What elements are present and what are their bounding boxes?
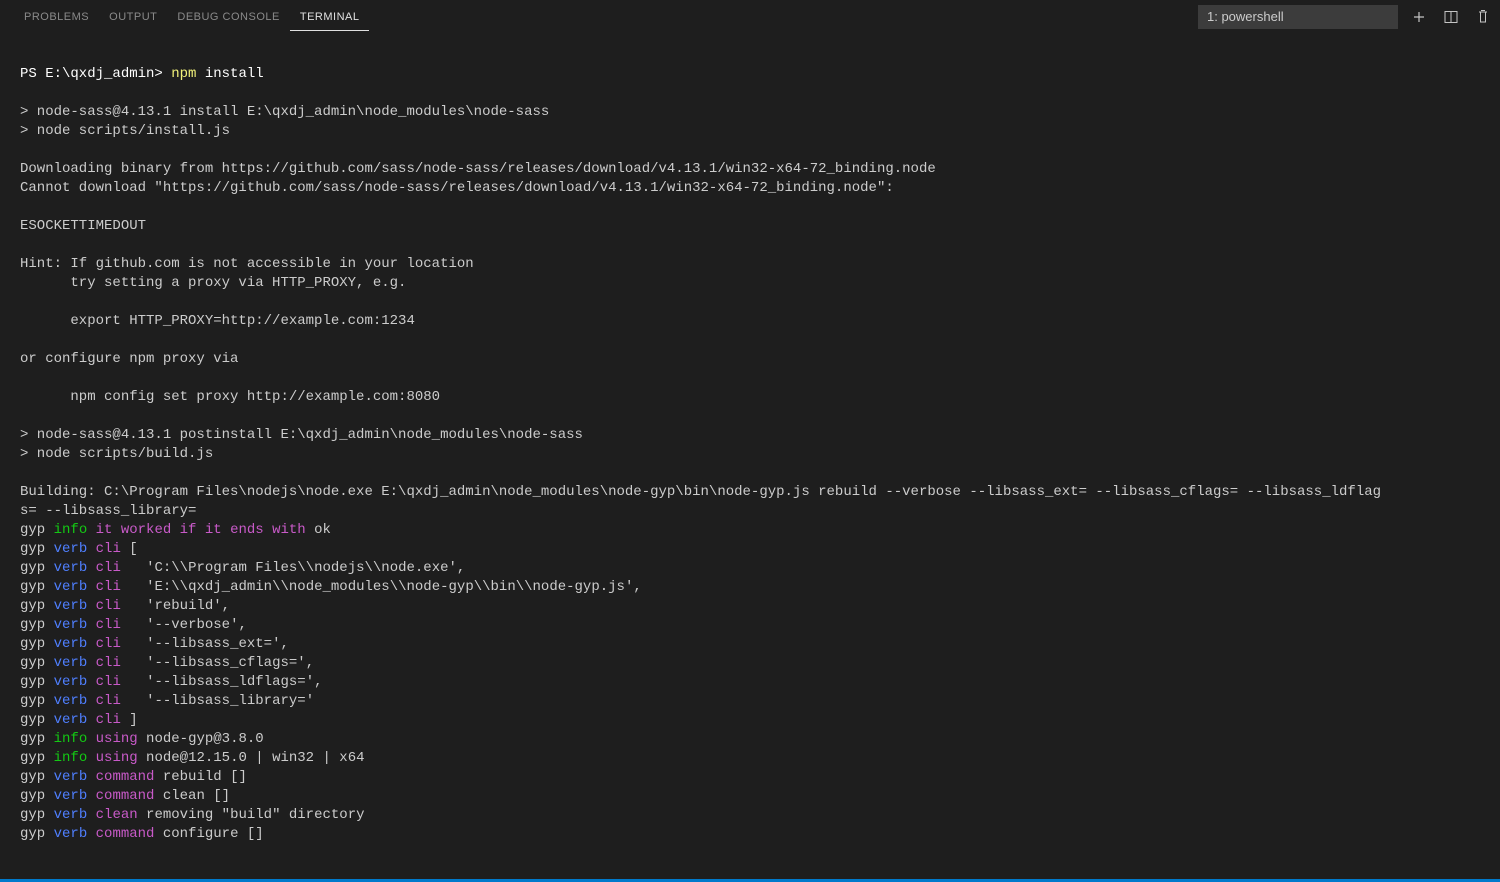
terminal-line: gyp verb cli 'E:\\qxdj_admin\\node_modul… <box>20 579 642 595</box>
terminal-line: Cannot download "https://github.com/sass… <box>20 180 894 196</box>
terminal-line: > node scripts/install.js <box>20 123 230 139</box>
terminal-output[interactable]: PS E:\qxdj_admin> npm install > node-sas… <box>0 34 1500 879</box>
tab-problems[interactable]: PROBLEMS <box>14 2 99 31</box>
terminal-line: Hint: If github.com is not accessible in… <box>20 256 474 272</box>
terminal-line: gyp verb cli '--libsass_library=' <box>20 693 314 709</box>
terminal-line: gyp verb command rebuild [] <box>20 769 247 785</box>
terminal-line: gyp verb cli ] <box>20 712 138 728</box>
terminal-selector-value: 1: powershell <box>1207 9 1284 24</box>
terminal-line: PS E:\qxdj_admin> npm install <box>20 66 264 82</box>
terminal-line: gyp info using node@12.15.0 | win32 | x6… <box>20 750 365 766</box>
terminal-line: gyp verb cli '--libsass_ext=', <box>20 636 289 652</box>
panel-actions: 1: powershell <box>1198 5 1500 29</box>
terminal-line: gyp verb cli [ <box>20 541 138 557</box>
terminal-line: gyp verb clean removing "build" director… <box>20 807 365 823</box>
kill-terminal-button[interactable] <box>1472 6 1494 28</box>
terminal-line: > node-sass@4.13.1 postinstall E:\qxdj_a… <box>20 427 583 443</box>
terminal-line: or configure npm proxy via <box>20 351 238 367</box>
terminal-line: export HTTP_PROXY=http://example.com:123… <box>20 313 415 329</box>
split-terminal-button[interactable] <box>1440 6 1462 28</box>
terminal-line: gyp verb cli '--libsass_cflags=', <box>20 655 314 671</box>
tab-output[interactable]: OUTPUT <box>99 2 167 31</box>
terminal-line: try setting a proxy via HTTP_PROXY, e.g. <box>20 275 406 291</box>
tab-debug-console[interactable]: DEBUG CONSOLE <box>167 2 289 31</box>
panel-tab-bar: PROBLEMS OUTPUT DEBUG CONSOLE TERMINAL 1… <box>0 0 1500 34</box>
terminal-line: ESOCKETTIMEDOUT <box>20 218 146 234</box>
terminal-line: gyp verb cli 'rebuild', <box>20 598 230 614</box>
panel-tabs: PROBLEMS OUTPUT DEBUG CONSOLE TERMINAL <box>14 2 369 31</box>
terminal-line: Building: C:\Program Files\nodejs\node.e… <box>20 484 1381 500</box>
terminal-line: gyp verb cli 'C:\\Program Files\\nodejs\… <box>20 560 465 576</box>
terminal-line: Downloading binary from https://github.c… <box>20 161 936 177</box>
tab-terminal[interactable]: TERMINAL <box>290 2 370 31</box>
terminal-line: gyp verb cli '--libsass_ldflags=', <box>20 674 323 690</box>
terminal-line: npm config set proxy http://example.com:… <box>20 389 440 405</box>
terminal-line: gyp verb command configure [] <box>20 826 264 842</box>
new-terminal-button[interactable] <box>1408 6 1430 28</box>
terminal-line: gyp verb command clean [] <box>20 788 230 804</box>
terminal-selector-dropdown[interactable]: 1: powershell <box>1198 5 1398 29</box>
terminal-line: gyp info it worked if it ends with ok <box>20 522 331 538</box>
terminal-line: s= --libsass_library= <box>20 503 196 519</box>
terminal-line: gyp info using node-gyp@3.8.0 <box>20 731 264 747</box>
terminal-line: > node scripts/build.js <box>20 446 213 462</box>
terminal-line: > node-sass@4.13.1 install E:\qxdj_admin… <box>20 104 549 120</box>
terminal-line: gyp verb cli '--verbose', <box>20 617 247 633</box>
